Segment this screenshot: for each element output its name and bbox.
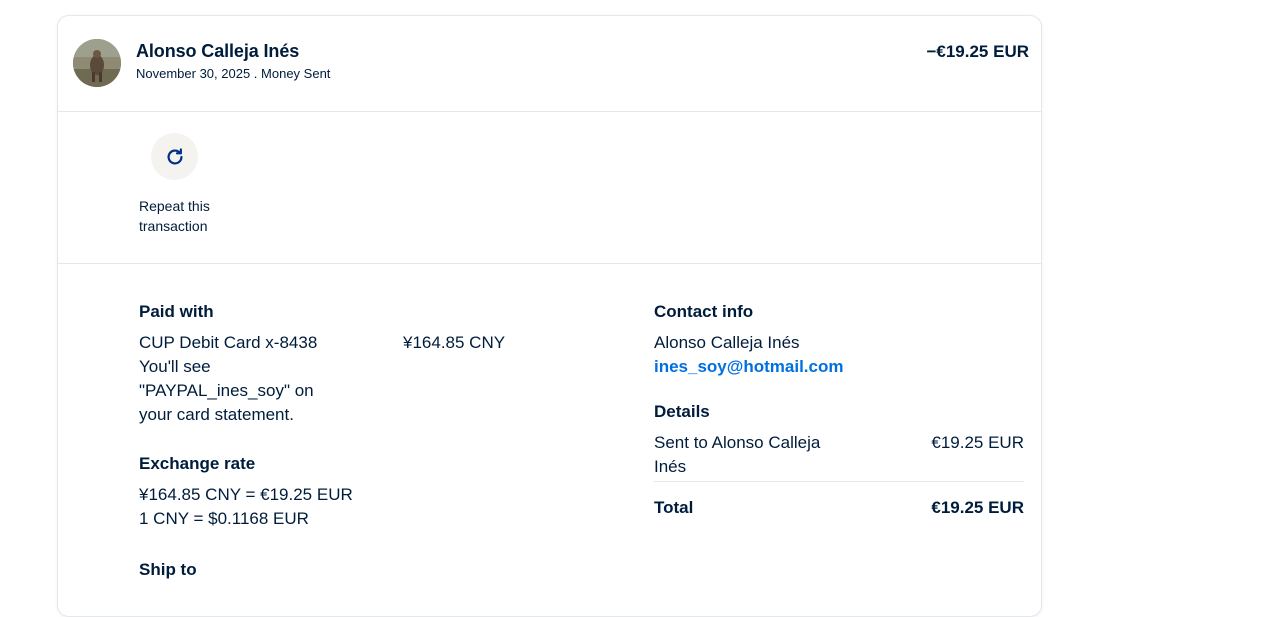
ship-to-title: Ship to (139, 560, 197, 579)
left-column: Paid with CUP Debit Card x-8438 ¥164.85 … (139, 301, 559, 581)
transaction-card: Alonso Calleja Inés November 30, 2025 . … (57, 15, 1042, 617)
repeat-transaction-label[interactable]: Repeat this transaction (139, 196, 259, 236)
paid-amount: ¥164.85 CNY (403, 333, 506, 352)
details-title: Details (654, 402, 710, 421)
exchange-rate-line: ¥164.85 CNY = €19.25 EUR (139, 485, 353, 504)
avatar (73, 39, 121, 87)
payment-method-row: CUP Debit Card x-8438 ¥164.85 CNY You'll… (139, 331, 559, 427)
repeat-transaction-button[interactable] (151, 133, 198, 180)
transaction-subline: November 30, 2025 . Money Sent (136, 66, 330, 81)
subline-separator: . (250, 66, 262, 81)
exchange-rate-title: Exchange rate (139, 454, 256, 473)
detail-row: Sent to Alonso Calleja Inés €19.25 EUR (654, 431, 1024, 482)
exchange-rate-line: 1 CNY = $0.1168 EUR (139, 509, 309, 528)
counterparty-name: Alonso Calleja Inés (136, 41, 300, 61)
transaction-type: Money Sent (261, 66, 331, 81)
paid-with-title: Paid with (139, 302, 214, 321)
statement-note: You'll see "PAYPAL_ines_soy" on your car… (139, 357, 314, 424)
total-amount: €19.25 EUR (931, 498, 1024, 517)
details-section: Details Sent to Alonso Calleja Inés €19.… (654, 401, 1024, 530)
contact-name: Alonso Calleja Inés (654, 333, 800, 352)
total-row: Total €19.25 EUR (654, 496, 1024, 530)
card-name: CUP Debit Card x-8438 (139, 333, 318, 352)
transaction-date: November 30, 2025 (136, 66, 251, 81)
avatar-image (73, 39, 121, 87)
transaction-amount: −€19.25 EUR (926, 42, 1029, 61)
sent-to-label: Sent to Alonso Calleja Inés (654, 433, 821, 476)
contact-info-title: Contact info (654, 302, 754, 321)
actions-section: Repeat this transaction (58, 112, 1041, 264)
sent-to-amount: €19.25 EUR (931, 433, 1024, 452)
exchange-rate-section: Exchange rate ¥164.85 CNY = €19.25 EUR 1… (139, 453, 559, 531)
contact-info: Alonso Calleja Inés ines_soy@hotmail.com (654, 331, 1024, 379)
refresh-icon (167, 147, 183, 165)
transaction-header: Alonso Calleja Inés November 30, 2025 . … (58, 16, 1041, 112)
contact-email-link[interactable]: ines_soy@hotmail.com (654, 357, 843, 376)
right-column: Contact info Alonso Calleja Inés ines_so… (654, 301, 1024, 530)
ship-to-section: Ship to (139, 559, 559, 581)
total-label: Total (654, 498, 694, 517)
exchange-rate-values: ¥164.85 CNY = €19.25 EUR 1 CNY = $0.1168… (139, 483, 559, 531)
